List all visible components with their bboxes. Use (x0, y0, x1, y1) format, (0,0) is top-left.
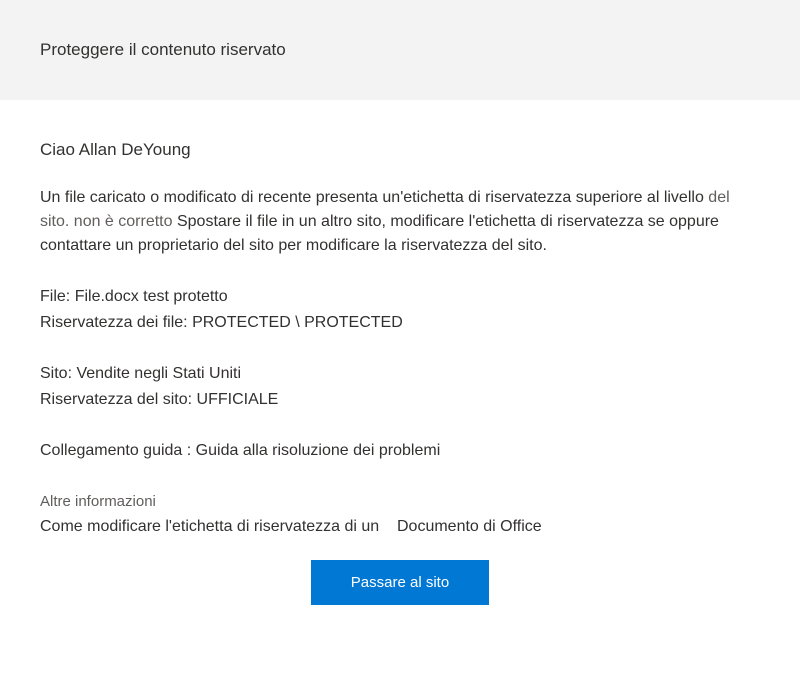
file-sensitivity-line: Riservatezza dei file: PROTECTED \ PROTE… (40, 310, 760, 336)
help-link-block: Collegamento guida : Guida alla risoluzi… (40, 438, 760, 464)
help-link-value: Guida alla risoluzione dei problemi (196, 442, 441, 459)
more-info-block: Altre informazioni Come modificare l'eti… (40, 490, 760, 540)
site-label: Sito: (40, 365, 72, 382)
site-line: Sito: Vendite negli Stati Uniti (40, 361, 760, 387)
more-info-text1: Come modificare l'etichetta di riservate… (40, 518, 379, 535)
site-sensitivity-line: Riservatezza del sito: UFFICIALE (40, 387, 760, 413)
help-link-line: Collegamento guida : Guida alla risoluzi… (40, 438, 760, 464)
site-sensitivity-value: UFFICIALE (197, 391, 279, 408)
go-to-site-button[interactable]: Passare al sito (311, 560, 489, 605)
more-info-title: Altre informazioni (40, 490, 760, 514)
file-info-block: File: File.docx test protetto Riservatez… (40, 284, 760, 335)
more-info-text2: Documento di Office (397, 518, 542, 535)
file-value: File.docx test protetto (75, 288, 228, 305)
more-info-line: Come modificare l'etichetta di riservate… (40, 514, 760, 540)
file-sensitivity-value: PROTECTED \ PROTECTED (192, 314, 403, 331)
header-title: Proteggere il contenuto riservato (40, 40, 760, 60)
main-paragraph: Un file caricato o modificato di recente… (40, 186, 760, 258)
file-line: File: File.docx test protetto (40, 284, 760, 310)
header-banner: Proteggere il contenuto riservato (0, 0, 800, 100)
button-container: Passare al sito (40, 560, 760, 605)
site-value: Vendite negli Stati Uniti (76, 365, 241, 382)
site-info-block: Sito: Vendite negli Stati Uniti Riservat… (40, 361, 760, 412)
file-sensitivity-label: Riservatezza dei file: (40, 314, 188, 331)
greeting-text: Ciao Allan DeYoung (40, 140, 760, 160)
site-sensitivity-label: Riservatezza del sito: (40, 391, 192, 408)
help-link-label: Collegamento guida : (40, 442, 191, 459)
file-label: File: (40, 288, 70, 305)
paragraph-part1: Un file caricato o modificato di recente… (40, 189, 704, 206)
content-area: Ciao Allan DeYoung Un file caricato o mo… (0, 100, 800, 625)
